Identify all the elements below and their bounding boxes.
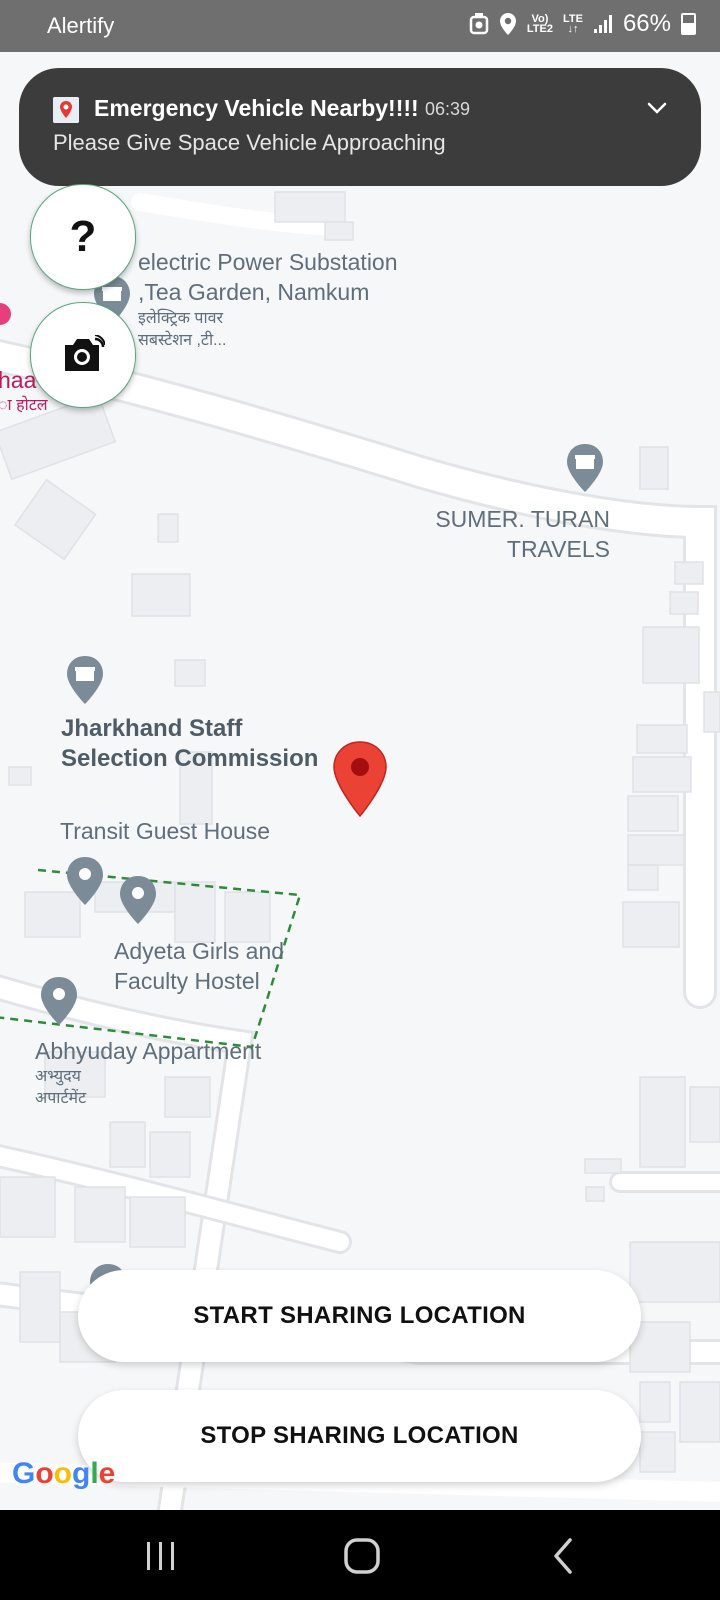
camera-button[interactable]: [30, 302, 136, 408]
chevron-down-icon[interactable]: [645, 96, 669, 120]
map-label-substation: electric Power Substation ,Tea Garden, N…: [138, 249, 398, 305]
place-pin-icon[interactable]: [565, 442, 605, 494]
lte-indicator: LTE ↓↑: [562, 13, 583, 35]
notification-title: Emergency Vehicle Nearby!!!!: [94, 95, 419, 121]
map-label-abhyuday-hindi: अभ्युदय अपार्टमेंट: [35, 1068, 87, 1107]
security-icon: [469, 13, 489, 35]
question-mark-icon: ?: [69, 212, 97, 261]
stop-sharing-location-button[interactable]: STOP SHARING LOCATION: [78, 1390, 641, 1482]
home-icon[interactable]: [338, 1532, 386, 1580]
map-label-hotel-hindi: ा होटल: [0, 397, 48, 414]
back-icon[interactable]: [540, 1532, 588, 1580]
place-pin-icon[interactable]: [39, 975, 79, 1027]
place-pin-icon[interactable]: [65, 654, 105, 706]
notification-text: Please Give Space Vehicle Approaching: [53, 130, 446, 155]
navigation-bar: [0, 1510, 720, 1600]
map-label-substation-hindi: इलेक्ट्रिक पावर सबस्टेशन ,टी...: [138, 310, 227, 349]
map-label-sumer-turan-travels: SUMER. TURAN TRAVELS: [435, 506, 610, 562]
start-sharing-location-button[interactable]: START SHARING LOCATION: [78, 1270, 641, 1362]
signal-icon: [593, 15, 612, 33]
map-label-adyeta-hostel: Adyeta Girls and Faculty Hostel: [114, 938, 285, 994]
notification-time: 06:39: [425, 99, 471, 119]
notification-banner[interactable]: Emergency Vehicle Nearby!!!! 06:39 Pleas…: [19, 68, 701, 186]
recents-icon[interactable]: [137, 1532, 185, 1580]
battery-percent: 66%: [622, 10, 671, 37]
volte-indicator: Vo) LTE2: [526, 13, 553, 35]
battery-icon: [681, 13, 696, 35]
place-pin-icon[interactable]: [65, 855, 105, 907]
hotel-pin-icon[interactable]: [0, 302, 12, 336]
camera-icon: [65, 335, 105, 371]
help-button[interactable]: ?: [30, 184, 136, 290]
map-label-transit-guest-house: Transit Guest House: [60, 818, 271, 844]
app-notification-icon: [53, 97, 79, 123]
google-logo: Google: [12, 1457, 116, 1490]
status-bar: Alertify Vo) LTE2 LTE ↓↑ 66%: [0, 0, 720, 52]
location-icon: [499, 13, 516, 35]
current-location-marker-icon[interactable]: [332, 740, 388, 818]
map-label-abhyuday-appartment: Abhyuday Appartment: [35, 1038, 262, 1064]
status-icons: Vo) LTE2 LTE ↓↑ 66%: [469, 10, 696, 38]
place-pin-icon[interactable]: [118, 874, 158, 926]
status-app-name: Alertify: [47, 13, 115, 38]
map-label-jssc: Jharkhand Staff Selection Commission: [61, 715, 319, 772]
